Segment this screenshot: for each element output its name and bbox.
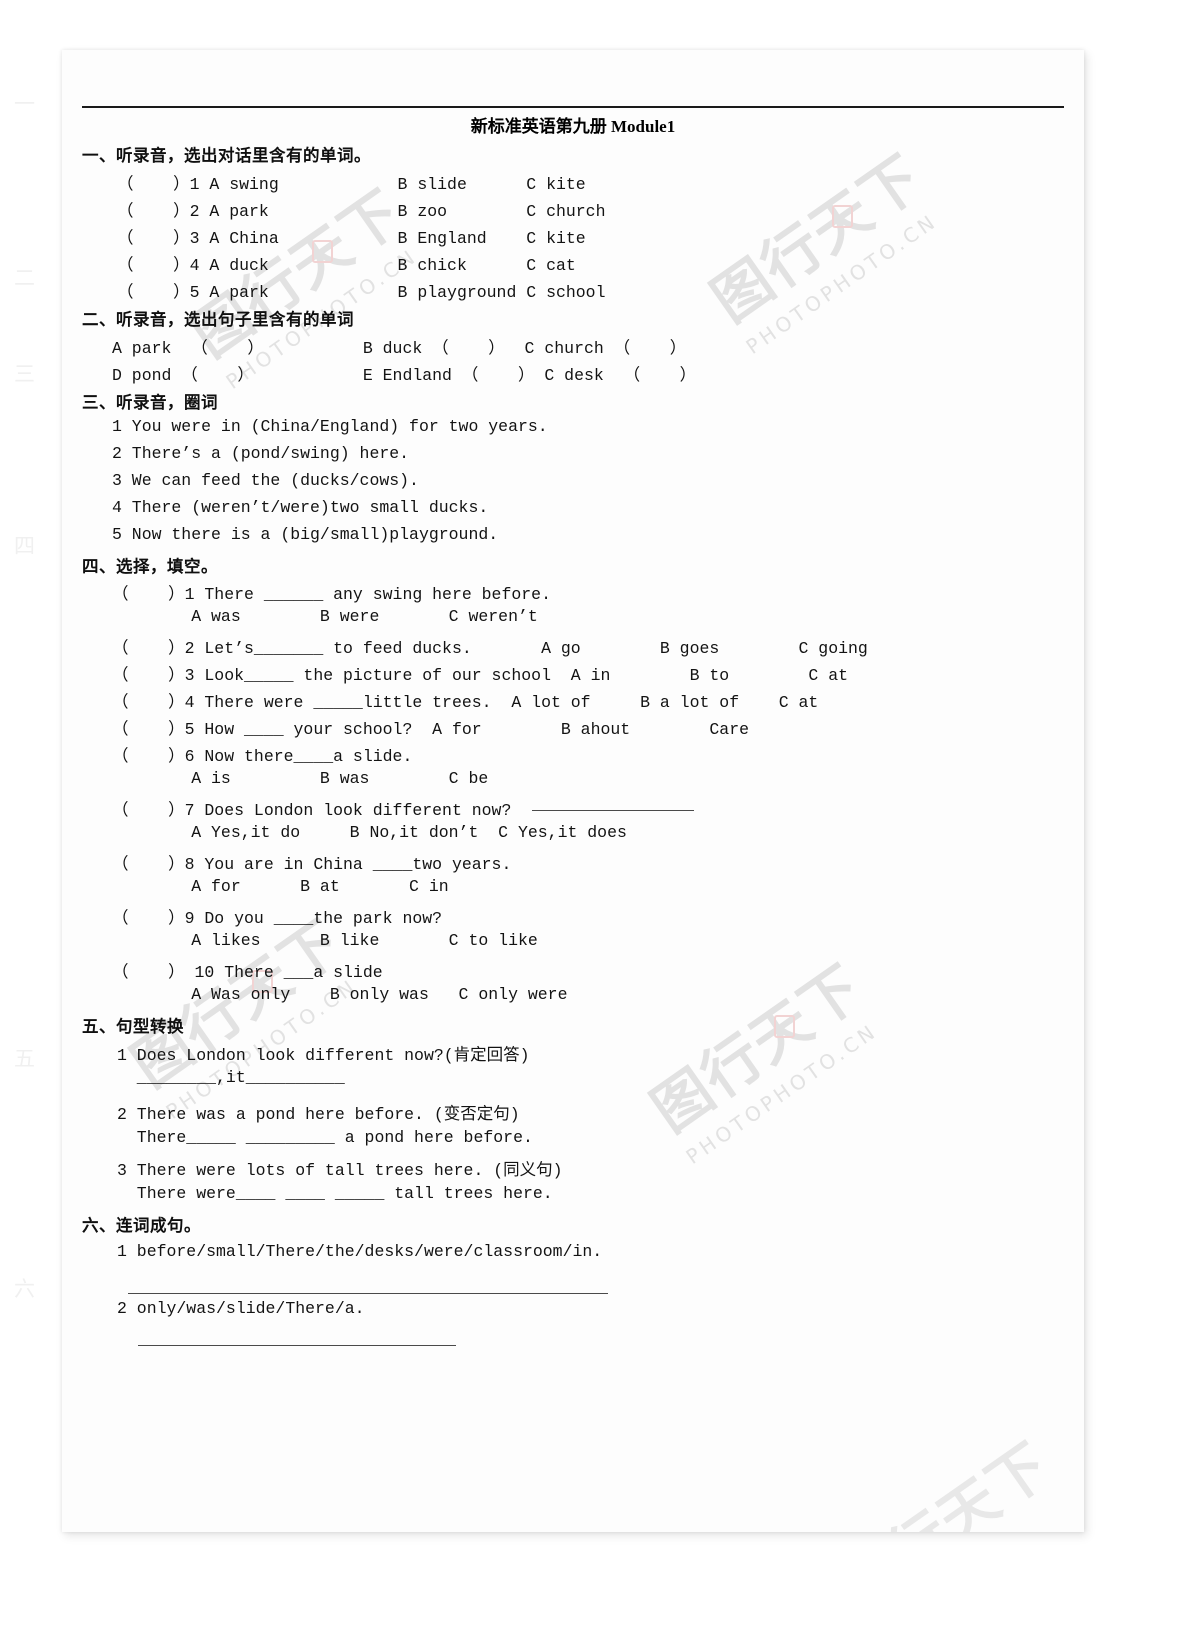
- section-4-heading: 四、选择，填空。: [82, 557, 218, 576]
- watermark-seal-icon: [774, 1015, 795, 1038]
- section-3-item: 2 There’s a (pond/swing) here.: [112, 444, 410, 463]
- margin-ghost: 六: [14, 1277, 36, 1301]
- section-4-item: （ ）6 Now there____a slide.: [112, 747, 413, 766]
- section-4-item: （ ）8 You are in China ____two years.: [112, 855, 512, 874]
- margin-ghost: 四: [14, 534, 36, 558]
- margin-ghost: 五: [14, 1047, 36, 1071]
- section-5-item: There_____ _________ a pond here before.: [117, 1128, 533, 1147]
- watermark-cn-text: 图行天下: [827, 1429, 1063, 1532]
- margin-ghost: 一: [14, 92, 36, 116]
- answer-blank-rule: [138, 1345, 456, 1346]
- watermark-latin-text: PHOTOPHOTO.CN: [681, 1018, 883, 1169]
- section-1-item: （ ）5 A park B playground C school: [117, 283, 606, 302]
- section-5-item: 1 Does London look different now?(肯定回答): [117, 1046, 530, 1065]
- section-4-item: （ ）7 Does London look different now?: [112, 801, 512, 820]
- section-5-item: There were____ ____ _____ tall trees her…: [117, 1184, 553, 1203]
- section-4-item: （ ）9 Do you ____the park now?: [112, 909, 443, 928]
- section-4-item: A was B were C weren’t: [112, 607, 538, 626]
- section-2-item: D pond （ ） E Endland （ ） C desk （ ）: [112, 366, 697, 385]
- section-4-item: （ ）1 There ______ any swing here before.: [112, 585, 551, 604]
- section-6-item: 1 before/small/There/the/desks/were/clas…: [117, 1242, 603, 1261]
- section-4-item: A Was only B only was C only were: [112, 985, 568, 1004]
- section-2-heading: 二、听录音，选出句子里含有的单词: [82, 310, 354, 329]
- page-title: 新标准英语第九册 Module1: [82, 112, 1064, 137]
- section-4-item: （ ）4 There were _____little trees. A lot…: [112, 693, 819, 712]
- section-4-item: A is B was C be: [112, 769, 489, 788]
- section-1-item: （ ）3 A China B England C kite: [117, 229, 586, 248]
- section-1-item: （ ）2 A park B zoo C church: [117, 202, 606, 221]
- watermark: 图行天下 PHOTOPHOTO.CN: [692, 131, 952, 359]
- section-3-heading: 三、听录音，圈词: [82, 393, 218, 412]
- section-3-item: 1 You were in (China/England) for two ye…: [112, 417, 548, 436]
- section-5-item: 2 There was a pond here before. (变否定句): [117, 1105, 520, 1124]
- margin-ghost: 二: [14, 266, 36, 290]
- header-rule: [82, 106, 1064, 108]
- section-1-heading: 一、听录音，选出对话里含有的单词。: [82, 146, 371, 165]
- section-1-item: （ ）4 A duck B chick C cat: [117, 256, 576, 275]
- answer-blank-rule: [532, 810, 694, 811]
- watermark-seal-icon: [832, 205, 853, 228]
- page-title-cn: 新标准英语第九册: [470, 117, 607, 137]
- section-6-heading: 六、连词成句。: [82, 1216, 201, 1235]
- margin-ghost: 三: [14, 362, 36, 386]
- section-4-item: A likes B like C to like: [112, 931, 538, 950]
- watermark-cn-text: 图行天下: [639, 951, 876, 1146]
- worksheet-page: 图行天下 PHOTOPHOTO.CN 图行天下 PHOTOPHOTO.CN 图行…: [62, 50, 1084, 1532]
- page-title-module: Module1: [611, 117, 676, 136]
- watermark: 图行天下 PHOTOPHOTO.CN: [632, 941, 892, 1169]
- section-1-item: （ ）1 A swing B slide C kite: [117, 175, 586, 194]
- section-3-item: 5 Now there is a (big/small)playground.: [112, 525, 499, 544]
- section-5-item: ________,it__________: [117, 1068, 345, 1087]
- document-canvas: 一 二 三 四 五 六 图行天下 PHOTOPHOTO.CN 图行天下 PHOT…: [0, 0, 1200, 1649]
- section-2-item: A park （ ） B duck （ ） C church （ ）: [112, 339, 687, 358]
- section-3-item: 3 We can feed the (ducks/cows).: [112, 471, 419, 490]
- section-4-item: （ ）2 Let’s_______ to feed ducks. A go B …: [112, 639, 868, 658]
- section-4-item: A Yes,it do B No,it don’t C Yes,it does: [112, 823, 627, 842]
- answer-blank-rule: [128, 1293, 608, 1294]
- section-4-item: （ ）5 How ____ your school? A for B ahout…: [112, 720, 749, 739]
- section-6-item: 2 only/was/slide/There/a.: [117, 1299, 365, 1318]
- watermark: 图行天下: [820, 1419, 1065, 1532]
- watermark-latin-text: PHOTOPHOTO.CN: [741, 208, 943, 359]
- section-5-heading: 五、句型转换: [82, 1017, 184, 1036]
- section-4-item: A for B at C in: [112, 877, 449, 896]
- section-5-item: 3 There were lots of tall trees here. (同…: [117, 1161, 563, 1180]
- section-3-item: 4 There (weren’t/were)two small ducks.: [112, 498, 489, 517]
- watermark-cn-text: 图行天下: [699, 141, 936, 336]
- section-4-item: （ ） 10 There ___a slide: [112, 963, 383, 982]
- section-4-item: （ ）3 Look_____ the picture of our school…: [112, 666, 849, 685]
